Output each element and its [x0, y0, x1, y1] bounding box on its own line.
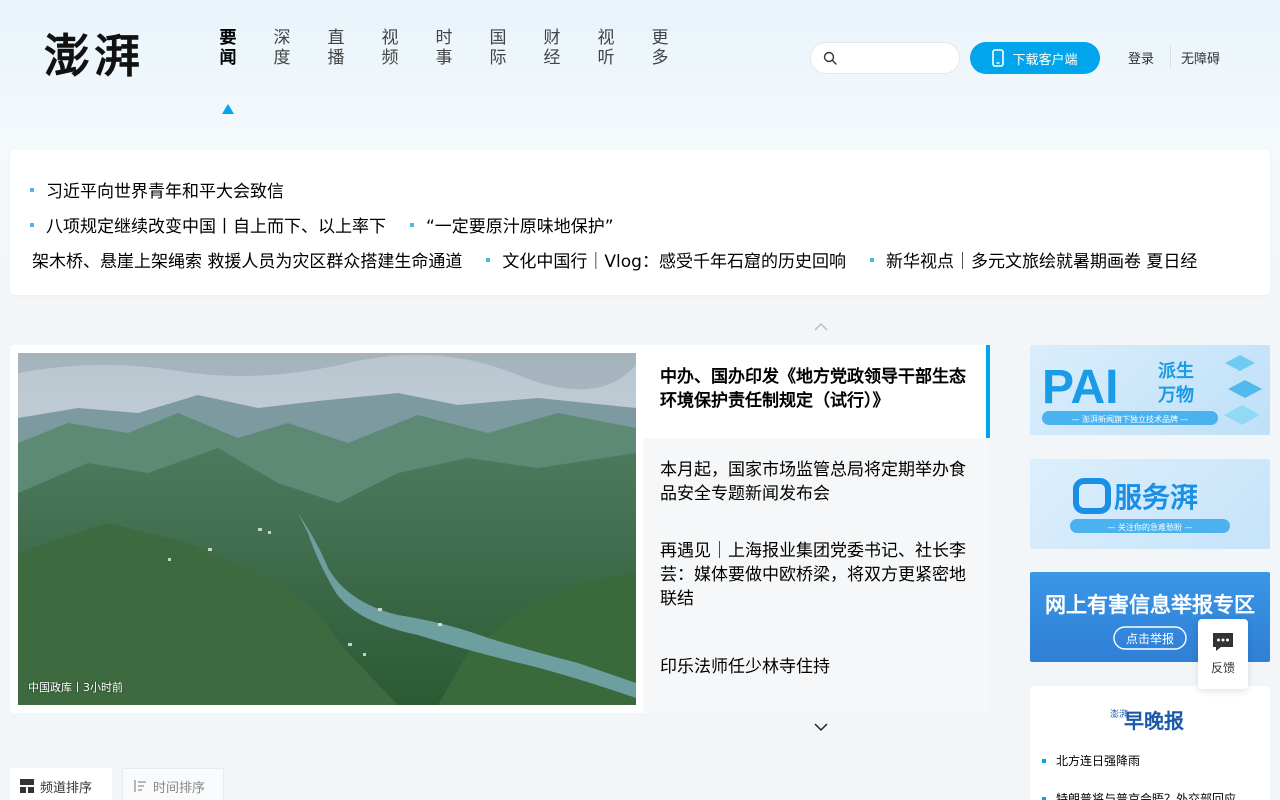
headline-text: 八项规定继续改变中国丨自上而下、以上率下: [46, 217, 386, 237]
grid-icon: [20, 779, 34, 793]
bullet-icon: [410, 222, 414, 227]
svg-text:服务湃: 服务湃: [1114, 481, 1198, 514]
search-box[interactable]: [810, 42, 960, 74]
nav-label: 深度: [273, 28, 291, 68]
chat-icon: [1213, 633, 1233, 651]
search-icon: [823, 51, 837, 65]
service-ad-banner[interactable]: 服务湃 — 关注你的急难愁盼 —: [1030, 459, 1270, 549]
feedback-button[interactable]: 反馈: [1198, 619, 1248, 689]
svg-text:早晚报: 早晚报: [1124, 709, 1184, 732]
headline-ticker: 习近平向世界青年和平大会致信 八项规定继续改变中国丨自上而下、以上率下 “一定要…: [10, 150, 1270, 295]
sort-by-channel-button[interactable]: 频道排序: [10, 768, 112, 800]
login-link[interactable]: 登录: [1128, 48, 1154, 67]
sort-time-label: 时间排序: [153, 780, 206, 796]
headline-item[interactable]: 八项规定继续改变中国丨自上而下、以上率下: [30, 212, 386, 237]
svg-text:点击举报: 点击举报: [1126, 631, 1174, 646]
bullet-icon: [30, 187, 34, 192]
nav-label: 更多: [651, 28, 669, 68]
svg-text:— 澎湃新闻旗下独立技术品牌 —: — 澎湃新闻旗下独立技术品牌 —: [1071, 414, 1188, 424]
thepaper-logo[interactable]: 澎湃: [44, 24, 152, 84]
morning-evening-news: 澎湃 早晚报 北方连日强降雨 特朗普将与普京会晤？外交部回应: [1030, 686, 1270, 800]
nav-item-shendu[interactable]: 深度: [272, 28, 326, 68]
search-input[interactable]: [845, 47, 951, 69]
featured-title: 中办、国办印发《地方党政领导干部生态环境保护责任制规定（试行）》: [660, 367, 966, 411]
evening-news-item[interactable]: 北方连日强降雨: [1042, 752, 1140, 769]
nav-label: 视频: [381, 28, 399, 68]
headline-row: 习近平向世界青年和平大会致信: [30, 177, 308, 202]
headline-item[interactable]: 架木桥、悬崖上架绳索 救援人员为灾区群众搭建生命通道: [32, 247, 462, 272]
bullet-icon: [486, 257, 491, 262]
phone-icon: [992, 49, 1005, 67]
active-nav-indicator: [222, 104, 234, 114]
nav-label: 国际: [489, 28, 507, 68]
headline-row: 八项规定继续改变中国丨自上而下、以上率下 “一定要原汁原味地保护”: [30, 212, 638, 237]
evening-news-logo[interactable]: 澎湃 早晚报: [1110, 706, 1190, 732]
headline-text: “一定要原汁原味地保护”: [426, 217, 614, 237]
svg-text:网上有害信息举报专区: 网上有害信息举报专区: [1045, 593, 1255, 617]
download-label: 下载客户端: [1012, 52, 1078, 68]
sort-by-time-button[interactable]: 时间排序: [122, 768, 224, 800]
featured-side-list: 本月起，国家市场监管总局将定期举办食品安全专题新闻发布会 再遇见｜上海报业集团党…: [643, 438, 990, 713]
bullet-icon: [1042, 758, 1046, 763]
headline-text: 新华视点｜多元文旅绘就暑期画卷 夏日经: [885, 252, 1198, 272]
featured-news: 中国政库丨3小时前 中办、国办印发《地方党政领导干部生态环境保护责任制规定（试行…: [10, 345, 990, 713]
nav-item-caijing[interactable]: 财经: [542, 28, 596, 68]
nav-label: 直播: [327, 28, 345, 68]
bullet-icon: [1042, 796, 1046, 800]
svg-text:派生: 派生: [1158, 360, 1194, 382]
header-divider: [1170, 46, 1171, 68]
image-caption: 中国政库丨3小时前: [28, 681, 123, 694]
nav-item-shiting[interactable]: 视听: [596, 28, 650, 68]
nav-item-gengduo[interactable]: 更多: [650, 28, 704, 68]
featured-image[interactable]: 中国政库丨3小时前: [18, 353, 636, 705]
headline-row: 架木桥、悬崖上架绳索 救援人员为灾区群众搭建生命通道 文化中国行｜Vlog：感受…: [10, 247, 1221, 272]
headline-item[interactable]: “一定要原汁原味地保护”: [410, 212, 614, 237]
nav-label: 视听: [597, 28, 615, 68]
svg-text:— 关注你的急难愁盼 —: — 关注你的急难愁盼 —: [1107, 522, 1192, 532]
nav-label: 要闻: [219, 28, 237, 68]
svg-text:PAI: PAI: [1042, 361, 1118, 414]
chevron-down-icon[interactable]: [814, 722, 828, 732]
evening-news-text: 特朗普将与普京会晤？外交部回应: [1056, 792, 1237, 800]
side-news-item[interactable]: 本月起，国家市场监管总局将定期举办食品安全专题新闻发布会: [660, 458, 975, 506]
side-news-item[interactable]: 再遇见｜上海报业集团党委书记、社长李芸：媒体要做中欧桥梁，将双方更紧密地联结: [660, 539, 975, 611]
nav-item-shishi[interactable]: 时事: [434, 28, 488, 68]
headline-text: 架木桥、悬崖上架绳索 救援人员为灾区群众搭建生命通道: [32, 252, 463, 272]
accessibility-link[interactable]: 无障碍: [1181, 48, 1220, 67]
headline-item[interactable]: 习近平向世界青年和平大会致信: [30, 177, 284, 202]
nav-item-shipin[interactable]: 视频: [380, 28, 434, 68]
evening-news-text: 北方连日强降雨: [1056, 754, 1141, 768]
nav-label: 财经: [543, 28, 561, 68]
headline-text: 文化中国行｜Vlog：感受千年石窟的历史回响: [502, 252, 846, 272]
headline-item[interactable]: 新华视点｜多元文旅绘就暑期画卷 夏日经: [869, 247, 1198, 272]
chevron-up-icon[interactable]: [814, 322, 828, 332]
svg-text:澎湃: 澎湃: [44, 29, 144, 83]
nav-label: 时事: [435, 28, 453, 68]
svg-text:万物: 万物: [1157, 384, 1194, 406]
nav-item-yaowen[interactable]: 要闻: [218, 28, 272, 68]
sort-list-icon: [134, 780, 146, 792]
feedback-label: 反馈: [1210, 661, 1235, 675]
headline-item[interactable]: 文化中国行｜Vlog：感受千年石窟的历史回响: [486, 247, 846, 272]
headline-text: 习近平向世界青年和平大会致信: [46, 182, 284, 202]
header: 澎湃 要闻 深度 直播 视频 时事 国际 财经 视听 更多 下载客户端 登录 无…: [0, 0, 1280, 140]
nav-item-guoji[interactable]: 国际: [488, 28, 542, 68]
featured-title-box[interactable]: 中办、国办印发《地方党政领导干部生态环境保护责任制规定（试行）》: [646, 345, 990, 438]
sort-channel-label: 频道排序: [40, 780, 93, 796]
main-nav: 要闻 深度 直播 视频 时事 国际 财经 视听 更多: [218, 28, 704, 68]
evening-news-item[interactable]: 特朗普将与普京会晤？外交部回应: [1042, 790, 1236, 800]
nav-item-zhibo[interactable]: 直播: [326, 28, 380, 68]
bullet-icon: [869, 257, 874, 262]
side-news-item[interactable]: 印乐法师任少林寺住持: [660, 655, 975, 679]
download-app-button[interactable]: 下载客户端: [970, 42, 1100, 74]
pai-ad-banner[interactable]: PAI 派生 万物 — 澎湃新闻旗下独立技术品牌 —: [1030, 345, 1270, 435]
bullet-icon: [30, 222, 34, 227]
